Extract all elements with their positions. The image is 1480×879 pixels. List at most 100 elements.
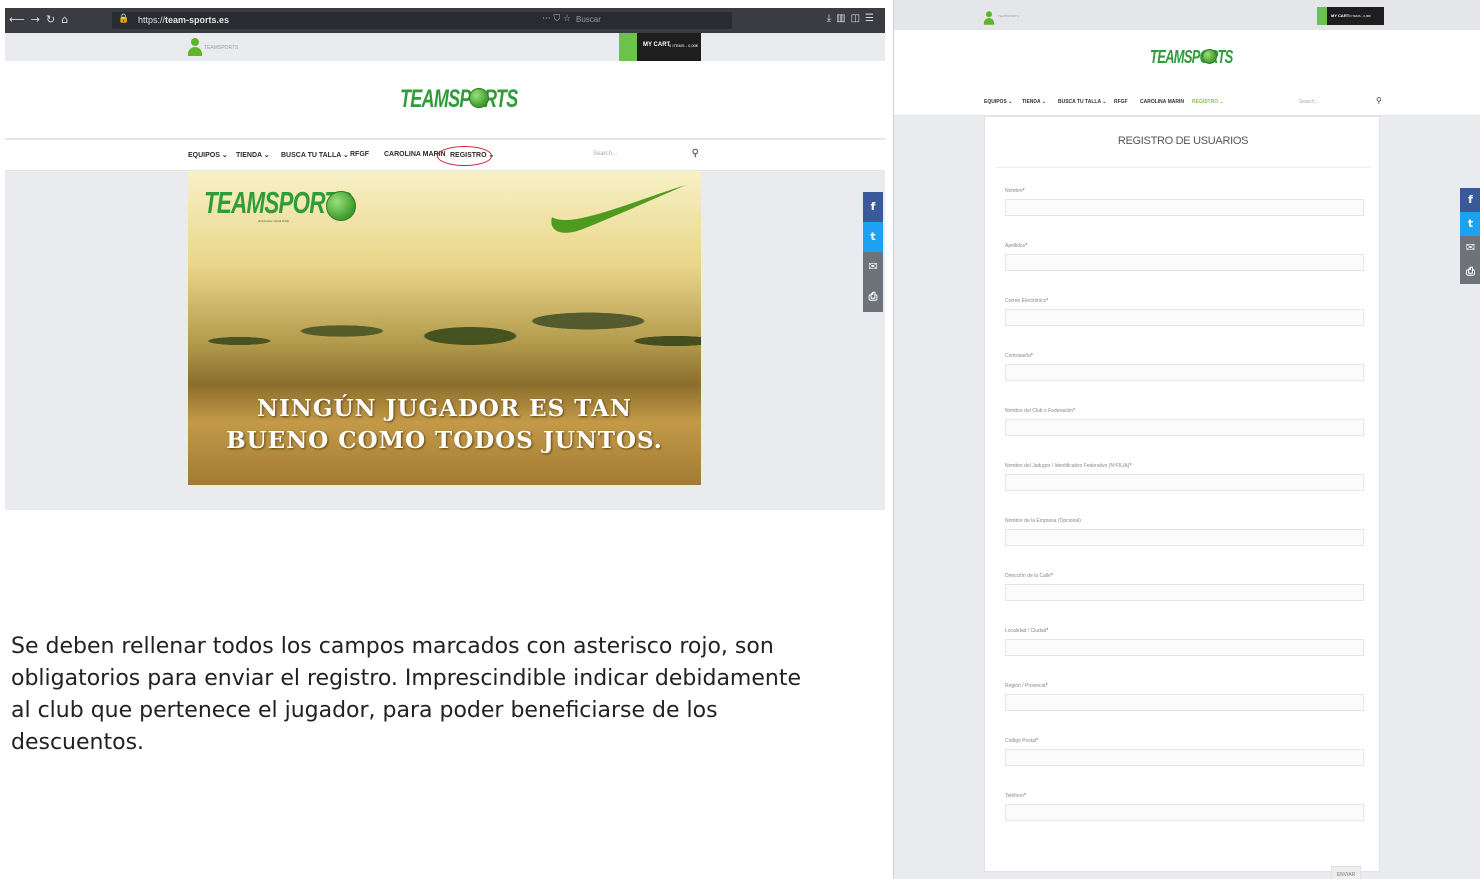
facebook-icon[interactable]: f <box>1460 188 1480 212</box>
form-input[interactable] <box>1005 529 1364 546</box>
form-input[interactable] <box>1005 419 1364 436</box>
field-label: Código Postal* <box>1005 738 1038 744</box>
field-label-text: Contraseña <box>1005 353 1031 359</box>
search-icon[interactable]: ⚲ <box>692 148 699 159</box>
field-label-text: Nombre del Jadugor / Identificativo Fede… <box>1005 463 1130 469</box>
site-search[interactable]: Search... ⚲ <box>593 148 701 164</box>
search-icon[interactable]: ⚲ <box>1376 96 1382 105</box>
print-icon[interactable]: ⎙ <box>863 282 883 312</box>
form-input[interactable] <box>1005 309 1364 326</box>
cart-label: MY CART <box>643 42 671 48</box>
twitter-icon[interactable]: t <box>1460 212 1480 236</box>
form-input[interactable] <box>1005 639 1364 656</box>
required-asterisk: * <box>1046 298 1049 304</box>
nav-item-tienda[interactable]: TIENDA ⌄ <box>1022 99 1046 105</box>
account-icon[interactable] <box>188 38 202 56</box>
main-nav: EQUIPOS ⌄ TIENDA ⌄ BUSCA TU TALLA ⌄ RFGF… <box>5 140 885 171</box>
field-label: Nombre de la Empresa (Opcional) <box>1005 518 1081 524</box>
print-icon[interactable]: ⎙ <box>1460 260 1480 284</box>
field-label: Nombre* <box>1005 188 1025 194</box>
required-asterisk: * <box>1050 573 1053 579</box>
form-input[interactable] <box>1005 749 1364 766</box>
hero-slogan-line2: BUENO COMO TODOS JUNTOS. <box>226 427 663 454</box>
field-label-text: Apellidos <box>1005 243 1026 249</box>
email-icon[interactable]: ✉ <box>1460 236 1480 260</box>
hero-tagline: distribuidor oficial NIKE <box>258 219 290 223</box>
field-label: Correo Electrónico* <box>1005 298 1048 304</box>
account-strip: TEAMSPORTS MY CART 0 ITEMS - 0,00€ <box>894 0 1480 30</box>
field-label: Dirección de la Calle* <box>1005 573 1053 579</box>
browser-menu-icons[interactable]: ⤓▥◫☰ <box>827 13 879 24</box>
field-label-text: Teléfono <box>1005 793 1024 799</box>
address-url: https://team-sports.es <box>138 15 230 25</box>
field-label-text: Dirección de la Calle <box>1005 573 1051 579</box>
required-asterisk: * <box>1030 353 1033 359</box>
account-icon[interactable] <box>983 11 995 25</box>
registration-form: REGISTRO DE USUARIOS ENVIAR Nombre* Apell… <box>984 116 1380 879</box>
nav-item-rfgf[interactable]: RFGF <box>350 151 369 158</box>
form-title: REGISTRO DE USUARIOS <box>1117 135 1249 147</box>
homepage-screenshot: ⟵→↻⌂ 🔒 https://team-sports.es ··· ⛉ ☆ Bu… <box>5 8 885 510</box>
form-input[interactable] <box>1005 474 1364 491</box>
hero-ball-icon <box>326 191 356 221</box>
form-input[interactable] <box>1005 584 1364 601</box>
site-logo[interactable]: TEAMSPORTS <box>400 85 518 114</box>
hero-slogan-line1: NINGÚN JUGADOR ES TAN <box>257 395 632 422</box>
site-header: TEAMSPORTS <box>5 61 885 139</box>
field-label: Región / Provincia* <box>1005 683 1048 689</box>
ball-logo-icon <box>1202 49 1217 64</box>
registro-highlight-circle <box>437 146 492 166</box>
cart-button[interactable]: MY CART 0 ITEMS - 0,00€ <box>637 33 701 61</box>
main-nav: EQUIPOS ⌄ TIENDA ⌄ BUSCA TU TALLA ⌄ RFGF… <box>894 88 1480 116</box>
field-label-text: Nombre <box>1005 188 1023 194</box>
field-label-text: Nombre de la Empresa (Opcional) <box>1005 518 1081 524</box>
required-asterisk: * <box>1129 463 1132 469</box>
form-input[interactable] <box>1005 364 1364 381</box>
nav-item-busca-tu-talla[interactable]: BUSCA TU TALLA ⌄ <box>1058 99 1106 105</box>
field-label-text: Código Postal <box>1005 738 1037 744</box>
required-asterisk: * <box>1022 188 1025 194</box>
cart-label: MY CART <box>1331 13 1350 18</box>
nav-item-tienda[interactable]: TIENDA ⌄ <box>236 151 270 159</box>
twitter-icon[interactable]: t <box>863 222 883 252</box>
form-input[interactable] <box>1005 694 1364 711</box>
address-bar[interactable]: 🔒 https://team-sports.es ··· ⛉ ☆ Buscar <box>112 12 732 29</box>
form-input[interactable] <box>1005 254 1364 271</box>
required-asterisk: * <box>1046 628 1049 634</box>
email-icon[interactable]: ✉ <box>863 252 883 282</box>
account-label[interactable]: TEAMSPORTS <box>204 45 238 51</box>
nav-item-carolina-marin[interactable]: CAROLINA MARIN <box>1140 99 1184 105</box>
nav-item-registro[interactable]: REGISTRO ⌄ <box>1192 99 1224 105</box>
cart-icon[interactable] <box>619 33 637 61</box>
field-label-text: Correo Electrónico <box>1005 298 1047 304</box>
browser-nav-icons[interactable]: ⟵→↻⌂ <box>9 13 74 26</box>
nav-item-equipos[interactable]: EQUIPOS ⌄ <box>188 151 228 159</box>
cart-icon[interactable] <box>1317 7 1327 25</box>
ball-logo-icon <box>469 88 489 108</box>
field-label: Contraseña* <box>1005 353 1033 359</box>
site-logo[interactable]: TEAMSPORTS <box>1150 47 1233 68</box>
required-asterisk: * <box>1023 793 1026 799</box>
hero-trees <box>188 281 701 381</box>
form-input[interactable] <box>1005 199 1364 216</box>
search-input[interactable]: Search... <box>593 151 617 157</box>
page-actions-icon[interactable]: ··· ⛉ ☆ <box>542 14 571 24</box>
nav-item-equipos[interactable]: EQUIPOS ⌄ <box>984 99 1012 105</box>
nike-swoosh-icon <box>551 185 686 233</box>
submit-button[interactable]: ENVIAR <box>1331 866 1361 879</box>
facebook-icon[interactable]: f <box>863 192 883 222</box>
nav-item-busca-tu-talla[interactable]: BUSCA TU TALLA ⌄ <box>281 151 349 159</box>
field-label: Apellidos* <box>1005 243 1027 249</box>
form-body: ENVIAR Nombre* Apellidos* Correo Electróni… <box>995 167 1371 879</box>
cart-detail: 0 ITEMS - 0,00€ <box>1349 14 1371 18</box>
account-label[interactable]: TEAMSPORTS <box>998 14 1019 18</box>
lock-icon: 🔒 <box>118 14 130 24</box>
nav-item-rfgf[interactable]: RFGF <box>1114 99 1128 105</box>
field-label-text: Región / Provincia <box>1005 683 1046 689</box>
browser-search-input[interactable]: Buscar <box>576 15 601 24</box>
field-label-text: Nombre del Club o Federación <box>1005 408 1074 414</box>
cart-button[interactable]: MY CART 0 ITEMS - 0,00€ <box>1327 7 1384 25</box>
search-input[interactable]: Search... <box>1299 99 1319 105</box>
form-input[interactable] <box>1005 804 1364 821</box>
field-label: Nombre del Jadugor / Identificativo Fede… <box>1005 463 1131 469</box>
